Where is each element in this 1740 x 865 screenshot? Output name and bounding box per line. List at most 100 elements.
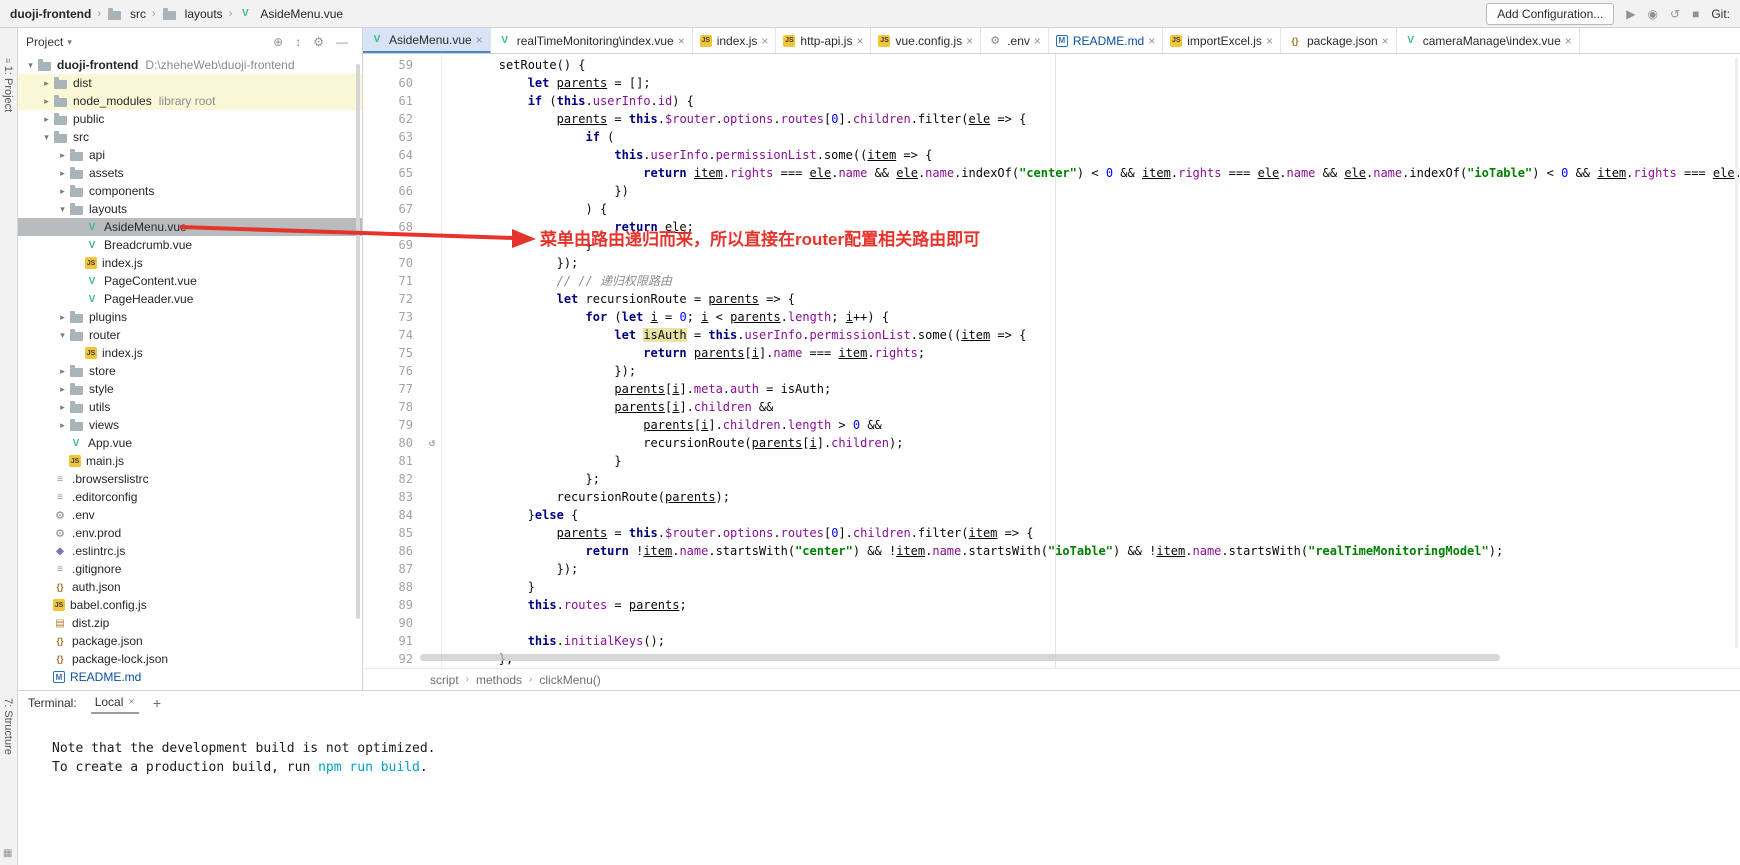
tree-item-PageContent.vue[interactable]: VPageContent.vue: [18, 272, 362, 290]
code-line-60[interactable]: 60 let parents = [];: [363, 74, 1740, 92]
line-number[interactable]: 90: [363, 614, 423, 632]
code-line-74[interactable]: 74 let isAuth = this.userInfo.permission…: [363, 326, 1740, 344]
editor-tab-package.json[interactable]: {}package.json×: [1281, 28, 1397, 53]
tree-item-components[interactable]: ▸components: [18, 182, 362, 200]
code-line-65[interactable]: 65 return item.rights === ele.name && el…: [363, 164, 1740, 182]
line-number[interactable]: 68: [363, 218, 423, 236]
run-icon[interactable]: ▶: [1626, 7, 1635, 21]
line-number[interactable]: 64: [363, 146, 423, 164]
tree-item-plugins[interactable]: ▸plugins: [18, 308, 362, 326]
line-number[interactable]: 80: [363, 434, 423, 452]
tree-item-store[interactable]: ▸store: [18, 362, 362, 380]
terminal-tab-local[interactable]: Local ×: [91, 692, 139, 714]
line-number[interactable]: 67: [363, 200, 423, 218]
editor-tab-.env[interactable]: ⚙.env×: [981, 28, 1049, 53]
line-number[interactable]: 76: [363, 362, 423, 380]
breadcrumb-item[interactable]: clickMenu(): [539, 673, 600, 687]
horizontal-scrollbar[interactable]: [420, 654, 1500, 661]
tab-close-icon[interactable]: ×: [678, 34, 685, 48]
code-line-90[interactable]: 90: [363, 614, 1740, 632]
tree-item-.editorconfig[interactable]: ≡.editorconfig: [18, 488, 362, 506]
tree-item-.browserslistrc[interactable]: ≡.browserslistrc: [18, 470, 362, 488]
code-line-77[interactable]: 77 parents[i].meta.auth = isAuth;: [363, 380, 1740, 398]
tree-item-.env.prod[interactable]: ⚙.env.prod: [18, 524, 362, 542]
line-number[interactable]: 83: [363, 488, 423, 506]
tree-item-.eslintrc.js[interactable]: ◈.eslintrc.js: [18, 542, 362, 560]
code-line-66[interactable]: 66 }): [363, 182, 1740, 200]
tree-item-duoji-frontend[interactable]: ▾duoji-frontendD:\zheheWeb\duoji-fronten…: [18, 56, 362, 74]
code-line-81[interactable]: 81 }: [363, 452, 1740, 470]
project-view-selector[interactable]: Project ▾: [26, 35, 72, 49]
code-line-84[interactable]: 84 }else {: [363, 506, 1740, 524]
tree-item-package-lock.json[interactable]: {}package-lock.json: [18, 650, 362, 668]
code-line-59[interactable]: 59 setRoute() {: [363, 56, 1740, 74]
editor-tab-vue.config.js[interactable]: JSvue.config.js×: [871, 28, 981, 53]
code-line-61[interactable]: 61 if (this.userInfo.id) {: [363, 92, 1740, 110]
line-number[interactable]: 92: [363, 650, 423, 668]
code-line-72[interactable]: 72 let recursionRoute = parents => {: [363, 290, 1740, 308]
tree-item-style[interactable]: ▸style: [18, 380, 362, 398]
tree-item-README.md[interactable]: MREADME.md: [18, 668, 362, 686]
editor-tab-http-api.js[interactable]: JShttp-api.js×: [776, 28, 871, 53]
line-number[interactable]: 86: [363, 542, 423, 560]
close-icon[interactable]: ×: [128, 696, 134, 708]
code-line-88[interactable]: 88 }: [363, 578, 1740, 596]
hide-icon[interactable]: —: [336, 35, 348, 49]
titlebar-path-item[interactable]: AsideMenu.vue: [260, 7, 343, 21]
tree-item-node_modules[interactable]: ▸node_moduleslibrary root: [18, 92, 362, 110]
line-number[interactable]: 88: [363, 578, 423, 596]
code-line-64[interactable]: 64 this.userInfo.permissionList.some((it…: [363, 146, 1740, 164]
code-line-62[interactable]: 62 parents = this.$router.options.routes…: [363, 110, 1740, 128]
tree-item-main.js[interactable]: JSmain.js: [18, 452, 362, 470]
line-number[interactable]: 70: [363, 254, 423, 272]
editor-tab-README.md[interactable]: MREADME.md×: [1049, 28, 1163, 53]
editor-tab-cameraManage\index.vue[interactable]: VcameraManage\index.vue×: [1397, 28, 1580, 53]
line-number[interactable]: 89: [363, 596, 423, 614]
tree-item-views[interactable]: ▸views: [18, 416, 362, 434]
tree-item-App.vue[interactable]: VApp.vue: [18, 434, 362, 452]
tree-item-index.js[interactable]: JSindex.js: [18, 344, 362, 362]
stop-icon[interactable]: ■: [1692, 7, 1699, 21]
line-number[interactable]: 75: [363, 344, 423, 362]
terminal-output[interactable]: Note that the development build is not o…: [18, 715, 1740, 777]
code-line-83[interactable]: 83 recursionRoute(parents);: [363, 488, 1740, 506]
tab-close-icon[interactable]: ×: [1148, 34, 1155, 48]
tree-item-auth.json[interactable]: {}auth.json: [18, 578, 362, 596]
titlebar-path-item[interactable]: duoji-frontend: [10, 7, 91, 21]
code-line-75[interactable]: 75 return parents[i].name === item.right…: [363, 344, 1740, 362]
tree-item-package.json[interactable]: {}package.json: [18, 632, 362, 650]
line-number[interactable]: 87: [363, 560, 423, 578]
tree-item-router[interactable]: ▾router: [18, 326, 362, 344]
tab-close-icon[interactable]: ×: [1266, 34, 1273, 48]
line-number[interactable]: 69: [363, 236, 423, 254]
chevron-down-icon[interactable]: ▾: [56, 204, 69, 215]
tab-close-icon[interactable]: ×: [476, 33, 483, 47]
chevron-down-icon[interactable]: ▾: [24, 60, 37, 71]
chevron-right-icon[interactable]: ▸: [40, 114, 53, 125]
line-number[interactable]: 60: [363, 74, 423, 92]
line-number[interactable]: 85: [363, 524, 423, 542]
code-line-71[interactable]: 71 // // 递归权限路由: [363, 272, 1740, 290]
collapse-all-icon[interactable]: ↕: [295, 35, 301, 49]
code-line-70[interactable]: 70 });: [363, 254, 1740, 272]
breadcrumb-item[interactable]: methods: [476, 673, 522, 687]
tree-item-assets[interactable]: ▸assets: [18, 164, 362, 182]
new-terminal-button[interactable]: +: [153, 695, 161, 711]
vertical-scrollbar[interactable]: [1735, 58, 1738, 648]
line-number[interactable]: 91: [363, 632, 423, 650]
tab-close-icon[interactable]: ×: [966, 34, 973, 48]
line-number[interactable]: 77: [363, 380, 423, 398]
line-number[interactable]: 63: [363, 128, 423, 146]
tree-item-layouts[interactable]: ▾layouts: [18, 200, 362, 218]
chevron-right-icon[interactable]: ▸: [56, 168, 69, 179]
code-editor[interactable]: 59 setRoute() {60 let parents = [];61 if…: [363, 54, 1740, 668]
tree-item-src[interactable]: ▾src: [18, 128, 362, 146]
line-number[interactable]: 74: [363, 326, 423, 344]
line-number[interactable]: 84: [363, 506, 423, 524]
line-number[interactable]: 65: [363, 164, 423, 182]
line-number[interactable]: 61: [363, 92, 423, 110]
line-number[interactable]: 78: [363, 398, 423, 416]
refresh-icon[interactable]: ↺: [1670, 7, 1680, 21]
tab-close-icon[interactable]: ×: [1565, 34, 1572, 48]
tab-close-icon[interactable]: ×: [1034, 34, 1041, 48]
